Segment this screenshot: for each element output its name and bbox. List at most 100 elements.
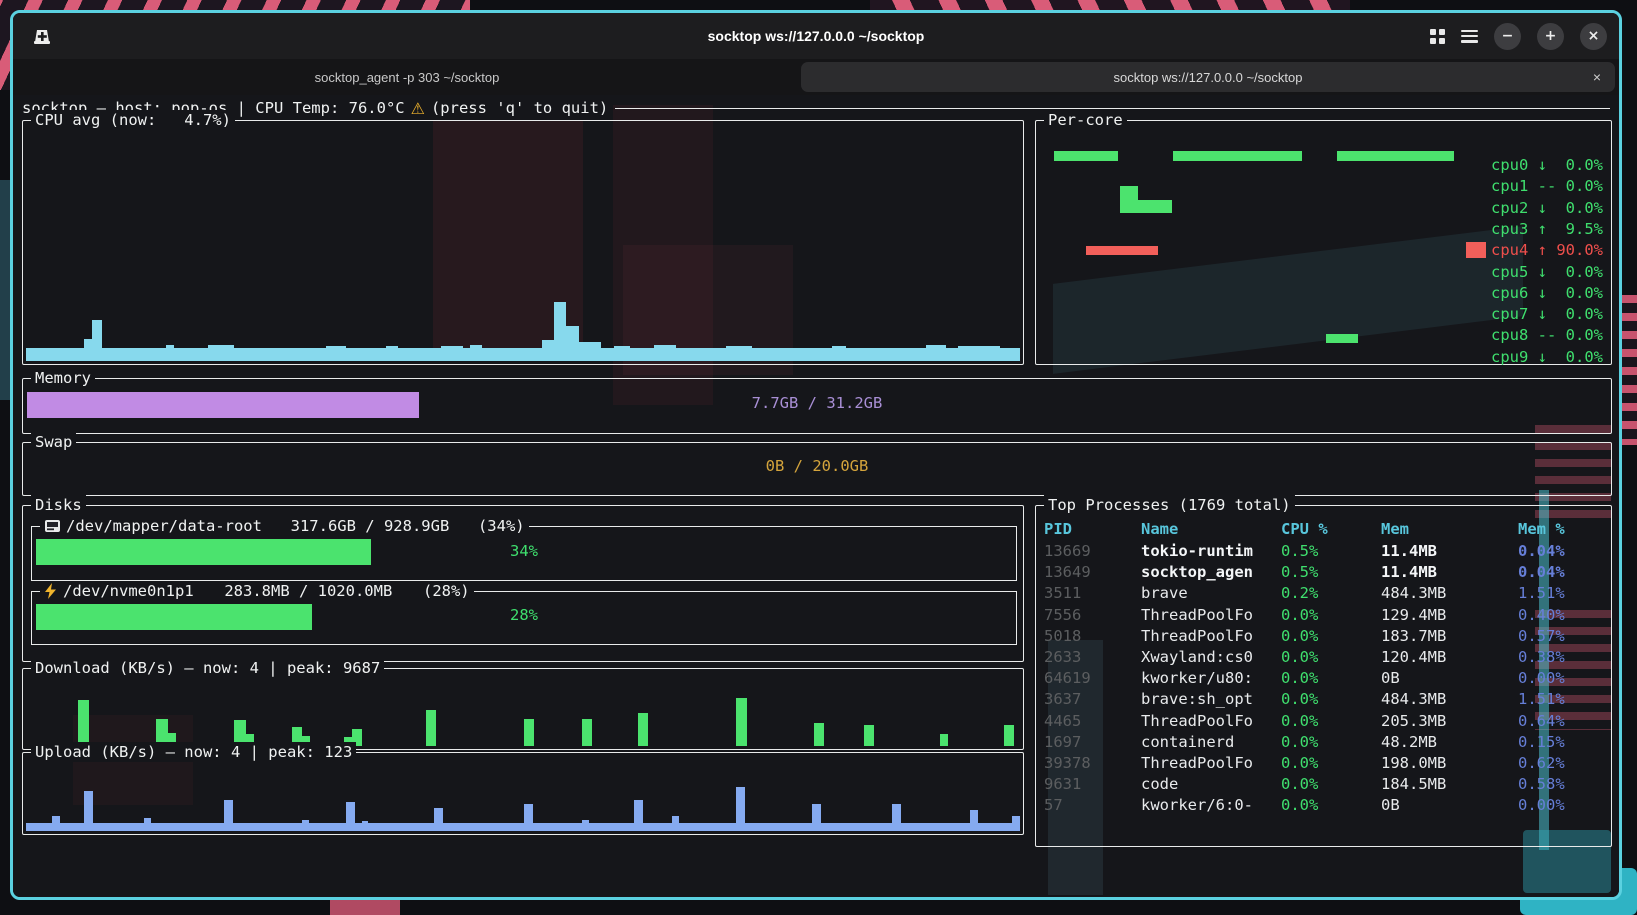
- core-row-cpu2: cpu2 ↓ 0.0%: [1491, 199, 1603, 218]
- cell-cpu: 0.5%: [1281, 563, 1381, 582]
- cell-pid: 5018: [1044, 627, 1141, 646]
- cell-mem: 484.3MB: [1381, 584, 1518, 603]
- cpu-avg-panel: CPU avg (now: 4.7%): [22, 120, 1024, 365]
- cell-pid: 64619: [1044, 669, 1141, 688]
- minimize-button[interactable]: −: [1494, 23, 1521, 50]
- disk-name: /dev/mapper/data-root: [66, 516, 262, 536]
- tab-close-icon[interactable]: ×: [1593, 62, 1601, 92]
- desktop: socktop ws://127.0.0.0 ~/socktop − + × s…: [0, 0, 1637, 915]
- maximize-icon: +: [1545, 28, 1557, 44]
- spark-bar: [542, 340, 554, 361]
- core-row-cpu3: cpu3 ↑ 9.5%: [1491, 220, 1603, 239]
- spark-bar: [582, 719, 592, 746]
- spark-bar: [362, 821, 368, 831]
- core-row-cpu0: cpu0 ↓ 0.0%: [1491, 156, 1603, 175]
- spark-bar: [224, 800, 233, 831]
- process-row: 2633Xwayland:cs00.0%120.4MB0.38%: [1044, 648, 1565, 667]
- cell-mem: 11.4MB: [1381, 563, 1518, 582]
- core-trace: [1337, 151, 1454, 161]
- cell-cpu: 0.0%: [1281, 775, 1381, 794]
- cell-name: brave: [1141, 584, 1281, 603]
- cell-memp: 0.58%: [1518, 775, 1565, 794]
- core-row-cpu8: cpu8 -- 0.0%: [1491, 326, 1603, 345]
- tab-label: socktop ws://127.0.0.0 ~/socktop: [1114, 70, 1303, 85]
- spark-bar: [970, 810, 978, 831]
- process-row: 13669tokio-runtim0.5%11.4MB0.04%: [1044, 542, 1565, 561]
- cell-memp: 0.57%: [1518, 627, 1565, 646]
- menu-icon[interactable]: [1461, 30, 1478, 43]
- cell-name: Xwayland:cs0: [1141, 648, 1281, 667]
- cell-pid: 39378: [1044, 754, 1141, 773]
- spark-bar: [554, 302, 566, 361]
- cell-name: containerd: [1141, 733, 1281, 752]
- cell-pid: 3511: [1044, 584, 1141, 603]
- cell-name: ThreadPoolFo: [1141, 606, 1281, 625]
- terminal-screen[interactable]: socktop — host: pop-os | CPU Temp: 76.0°…: [13, 95, 1619, 897]
- cell-mem: 183.7MB: [1381, 627, 1518, 646]
- tab-socktop[interactable]: socktop ws://127.0.0.0 ~/socktop ×: [801, 62, 1615, 92]
- per-core-panel: Per-core cpu0 ↓ 0.0%cpu1 -- 0.0%cpu2 ↓ 0…: [1035, 120, 1612, 365]
- cell-name: kworker/u80:: [1141, 669, 1281, 688]
- process-row: 13649socktop_agen0.5%11.4MB0.04%: [1044, 563, 1565, 582]
- cell-memp: Mem %: [1518, 520, 1565, 539]
- status-line: socktop — host: pop-os | CPU Temp: 76.0°…: [22, 98, 1610, 118]
- cell-mem: 129.4MB: [1381, 606, 1518, 625]
- swap-value: 0B / 20.0GB: [23, 457, 1611, 475]
- memory-value: 7.7GB / 31.2GB: [23, 394, 1611, 412]
- core-trace: [1054, 151, 1118, 161]
- cell-pid: 3637: [1044, 690, 1141, 709]
- cell-memp: 0.38%: [1518, 648, 1565, 667]
- cell-memp: 0.64%: [1518, 712, 1565, 731]
- cell-mem: Mem: [1381, 520, 1518, 539]
- spark-bar: [524, 719, 534, 746]
- memory-panel: Memory 7.7GB / 31.2GB: [22, 378, 1612, 434]
- memory-title: Memory: [31, 368, 95, 388]
- core-trace: [1138, 200, 1172, 213]
- cell-name: ThreadPoolFo: [1141, 712, 1281, 731]
- processes-panel: Top Processes (1769 total) PIDNameCPU %M…: [1035, 505, 1612, 847]
- cell-name: ThreadPoolFo: [1141, 754, 1281, 773]
- download-sparkline: [26, 672, 1020, 746]
- close-button[interactable]: ×: [1580, 23, 1607, 50]
- disk-pct: 28%: [32, 606, 1016, 624]
- window-title: socktop ws://127.0.0.0 ~/socktop: [13, 13, 1619, 59]
- cell-name: brave:sh_opt: [1141, 690, 1281, 709]
- cpu-avg-sparkline: [26, 124, 1020, 361]
- spark-bar: [166, 345, 174, 361]
- cell-memp: 0.15%: [1518, 733, 1565, 752]
- cell-memp: 1.51%: [1518, 584, 1565, 603]
- cell-name: ThreadPoolFo: [1141, 627, 1281, 646]
- spark-bar: [26, 348, 1020, 361]
- cell-mem: 484.3MB: [1381, 690, 1518, 709]
- spark-bar: [832, 346, 846, 361]
- spark-bar: [386, 346, 398, 361]
- spark-bar: [864, 725, 874, 746]
- maximize-button[interactable]: +: [1537, 23, 1564, 50]
- spark-bar: [812, 804, 821, 831]
- titlebar[interactable]: socktop ws://127.0.0.0 ~/socktop − + ×: [13, 13, 1619, 59]
- disk-name: /dev/nvme0n1p1: [63, 581, 194, 601]
- spark-bar: [940, 734, 948, 746]
- grid-icon[interactable]: [1430, 29, 1445, 44]
- upload-panel: Upload (KB/s) — now: 4 | peak: 123: [22, 752, 1024, 835]
- cell-mem: 184.5MB: [1381, 775, 1518, 794]
- spark-bar: [736, 787, 745, 831]
- cell-cpu: 0.0%: [1281, 690, 1381, 709]
- cell-pid: 57: [1044, 796, 1141, 815]
- process-row: 5018ThreadPoolFo0.0%183.7MB0.57%: [1044, 627, 1565, 646]
- spark-bar: [26, 823, 1020, 831]
- spark-bar: [1004, 725, 1014, 746]
- spark-bar: [346, 802, 355, 831]
- close-icon: ×: [1588, 28, 1600, 44]
- spark-bar: [441, 346, 463, 361]
- process-row: 57kworker/6:0-0.0%0B0.00%: [1044, 796, 1565, 815]
- spark-bar: [434, 808, 443, 831]
- cell-cpu: 0.0%: [1281, 796, 1381, 815]
- spark-bar: [426, 710, 436, 746]
- disk-usage: 283.8MB / 1020.0MB: [224, 581, 392, 601]
- tab-label: socktop_agent -p 303 ~/socktop: [315, 70, 500, 85]
- spark-bar: [144, 818, 151, 831]
- cell-cpu: 0.0%: [1281, 712, 1381, 731]
- swap-panel: Swap 0B / 20.0GB: [22, 442, 1612, 496]
- tab-socktop-agent[interactable]: socktop_agent -p 303 ~/socktop: [17, 62, 797, 92]
